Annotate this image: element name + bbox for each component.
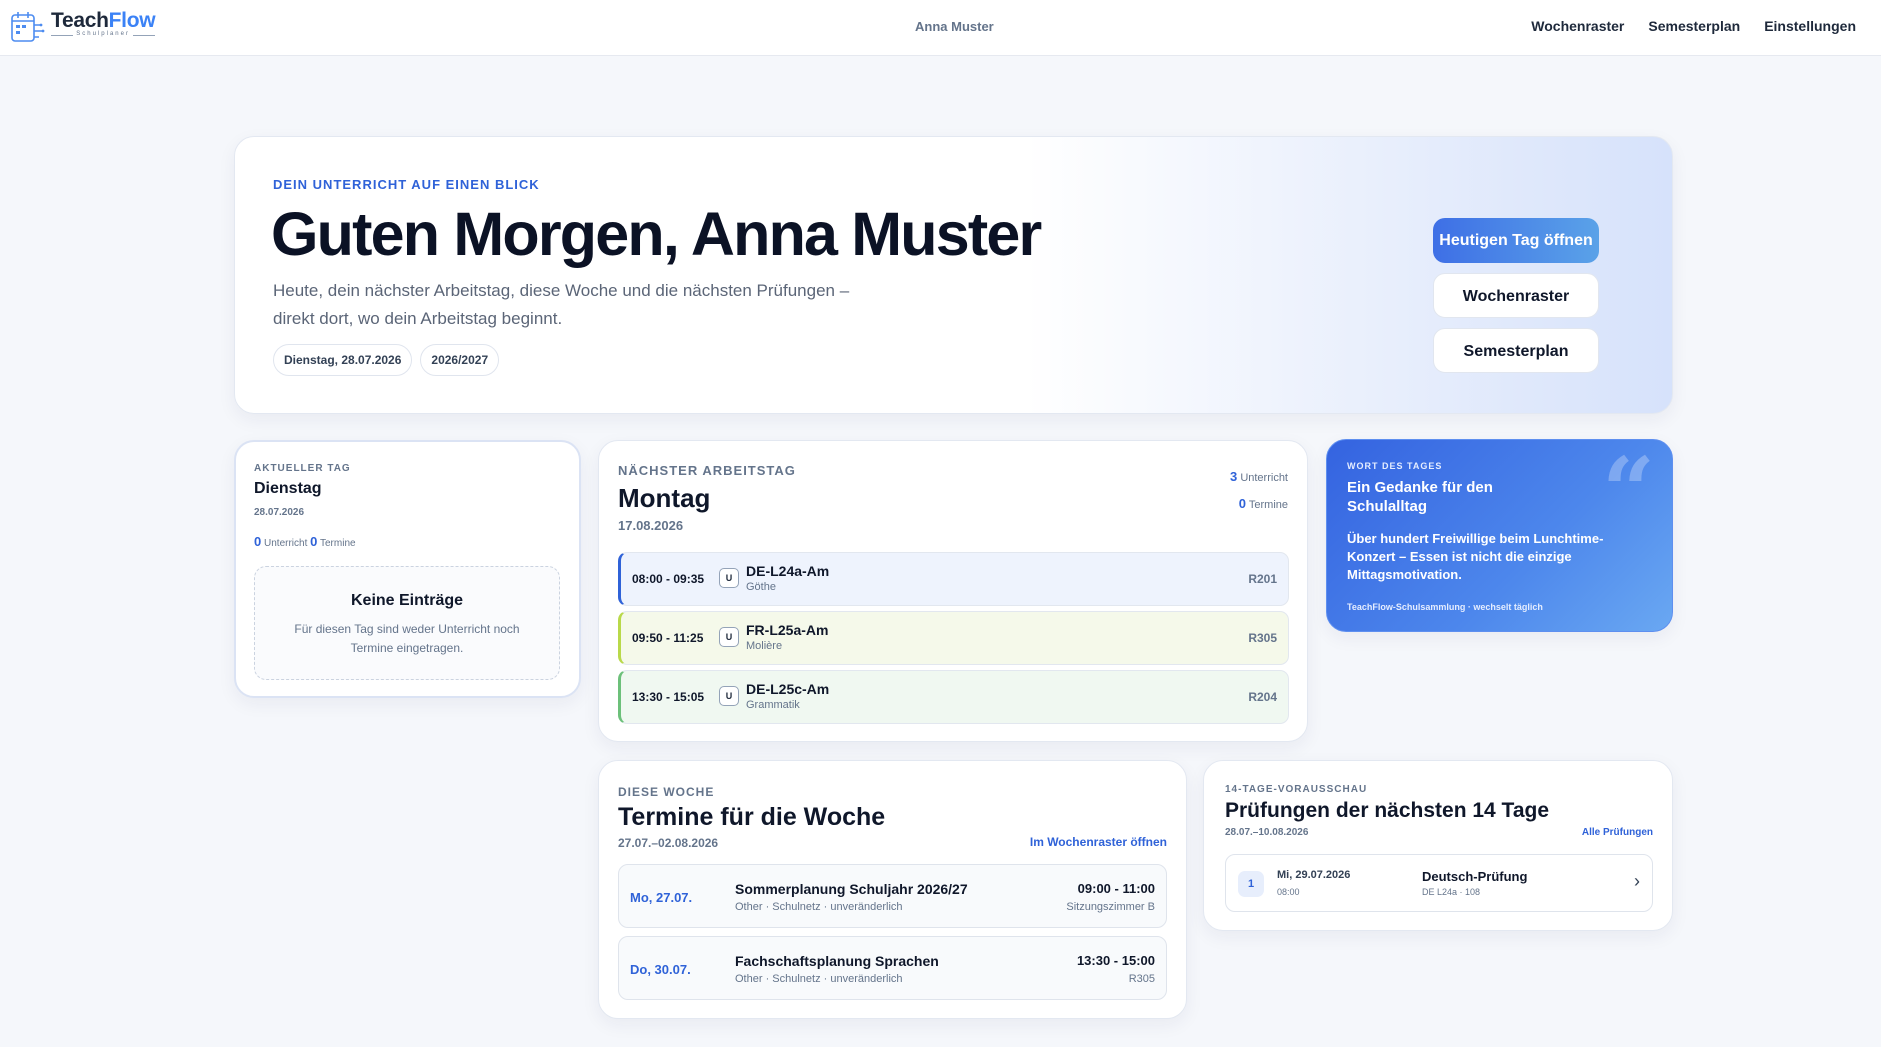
exam-item[interactable]: 1 Mi, 29.07.2026 08:00 Deutsch-Prüfung D… [1225,854,1653,912]
current-day-card: AKTUELLER TAG Dienstag 28.07.2026 0 Unte… [234,440,581,698]
week-events-card: DIESE WOCHE Termine für die Woche 27.07.… [598,760,1187,1019]
next-events-count: 0 [1238,496,1247,511]
lesson-item[interactable]: 13:30 - 15:05 U DE-L25c-Am Grammatik R20… [618,670,1289,724]
week-range: 27.07.–02.08.2026 [618,836,719,850]
lesson-type-badge: U [719,686,739,706]
week-grid-button[interactable]: Wochenraster [1433,273,1599,318]
next-workday-card: NÄCHSTER ARBEITSTAG Montag 17.08.2026 3 … [598,440,1308,742]
exam-preview-title: Prüfungen der nächsten 14 Tage [1225,799,1550,822]
lessons-count: 0 [254,534,262,549]
quote-text: Über hundert Freiwillige beim Lunchtime-… [1347,531,1604,582]
event-item[interactable]: Do, 30.07. Fachschaftsplanung Sprachen O… [618,936,1167,1000]
exam-time: 08:00 [1277,887,1300,897]
calendar-logo-icon [11,12,45,42]
hero-title: Guten Morgen, Anna Muster [271,200,1042,268]
current-day-name: Dienstag [254,480,322,497]
nav-link-semesterplan[interactable]: Semesterplan [1648,18,1740,34]
events-count: 0 [310,534,318,549]
event-room: R305 [1128,973,1155,985]
hero-subtitle: Heute, dein nächster Arbeitstag, diese W… [273,281,850,328]
event-meta: Other · Schulnetz · unveränderlich [735,973,903,985]
hero-chips: Dienstag, 28.07.2026 2026/2027 [273,344,500,376]
event-day: Mo, 27.07. [630,890,693,905]
events-count-label: Termine [320,538,356,549]
week-title: Termine für die Woche [618,803,886,831]
lesson-room: R305 [1248,631,1277,645]
lesson-topic: Molière [746,640,783,652]
chevron-right-icon: › [1634,871,1640,891]
next-workday-label: NÄCHSTER ARBEITSTAG [618,463,796,478]
lesson-time: 13:30 - 15:05 [632,690,705,704]
nav-links: Wochenraster Semesterplan Einstellungen [1531,18,1856,34]
hero-eyebrow: DEIN UNTERRICHT AUF EINEN BLICK [273,177,540,192]
date-chip: Dienstag, 28.07.2026 [273,344,413,376]
quote-source: TeachFlow-Schulsammlung · wechselt tägli… [1347,602,1543,612]
quote-of-day-card: WORT DES TAGES Ein Gedanke für den Schul… [1326,439,1673,632]
nav-link-wochenraster[interactable]: Wochenraster [1531,18,1624,34]
event-time: 09:00 - 11:00 [1077,881,1155,896]
event-item[interactable]: Mo, 27.07. Sommerplanung Schuljahr 2026/… [618,864,1167,928]
semester-plan-button[interactable]: Semesterplan [1433,328,1599,373]
quote-label: WORT DES TAGES [1347,461,1443,471]
next-workday-name: Montag [618,483,711,513]
quote-mark-icon: “ [1602,437,1655,545]
lesson-item[interactable]: 08:00 - 09:35 U DE-L24a-Am Göthe R201 [618,552,1289,606]
event-room: Sitzungszimmer B [1066,901,1155,913]
lessons-count-label: Unterricht [264,538,308,549]
open-week-grid-link[interactable]: Im Wochenraster öffnen [1030,835,1167,849]
exam-name: Deutsch-Prüfung [1422,869,1528,884]
week-label: DIESE WOCHE [618,785,715,799]
current-day-label: AKTUELLER TAG [254,463,351,474]
brand-subtitle: Schulplaner [51,31,156,37]
quote-title: Ein Gedanke für den Schulalltag [1347,479,1493,515]
event-title: Sommerplanung Schuljahr 2026/27 [735,881,968,897]
event-day: Do, 30.07. [630,962,691,977]
empty-state: Keine Einträge Für diesen Tag sind weder… [254,566,560,680]
lesson-topic: Göthe [746,581,776,593]
empty-state-title: Keine Einträge [350,592,464,609]
lesson-type-badge: U [719,568,739,588]
next-events-label: Termine [1248,499,1288,511]
nav-user-name: Anna Muster [915,19,994,34]
school-year-chip: 2026/2027 [420,344,500,376]
current-day-counts: 0 Unterricht 0 Termine [254,534,356,549]
lesson-class: DE-L24a-Am [746,563,830,579]
current-day-date: 28.07.2026 [254,507,305,518]
empty-state-text: Für diesen Tag sind weder Unterricht noc… [294,622,520,655]
hero-actions: Heutigen Tag öffnen Wochenraster Semeste… [1433,218,1633,383]
next-workday-date: 17.08.2026 [618,518,684,533]
lesson-room: R201 [1248,572,1277,586]
event-title: Fachschaftsplanung Sprachen [735,953,939,969]
lesson-time: 08:00 - 09:35 [632,572,705,586]
lesson-time: 09:50 - 11:25 [632,631,704,645]
nav-link-einstellungen[interactable]: Einstellungen [1764,18,1856,34]
all-exams-link[interactable]: Alle Prüfungen [1582,827,1653,838]
hero-card: DEIN UNTERRICHT AUF EINEN BLICK Guten Mo… [234,136,1673,414]
lesson-class: FR-L25a-Am [746,622,829,638]
event-time: 13:30 - 15:00 [1076,953,1155,968]
next-workday-counts: 3 Unterricht 0 Termine [1230,464,1288,518]
event-meta: Other · Schulnetz · unveränderlich [735,901,903,913]
brand-name: TeachFlow [51,9,156,32]
lesson-type-badge: U [719,627,739,647]
next-lessons-count: 3 [1230,469,1238,484]
exam-date: Mi, 29.07.2026 [1277,869,1351,881]
top-navbar: TeachFlow Schulplaner Anna Muster Wochen… [0,0,1881,56]
lesson-item[interactable]: 09:50 - 11:25 U FR-L25a-Am Molière R305 [618,611,1289,665]
brand-name-part1: Teach [51,9,109,32]
lesson-topic: Grammatik [746,699,800,711]
next-lessons-label: Unterricht [1240,472,1288,484]
brand-logo[interactable]: TeachFlow Schulplaner [9,9,156,45]
brand-name-part2: Flow [108,9,156,32]
exam-meta: DE L24a · 108 [1422,887,1481,897]
open-today-button[interactable]: Heutigen Tag öffnen [1433,218,1599,263]
exam-index-badge: 1 [1238,871,1264,897]
lesson-class: DE-L25c-Am [746,681,830,697]
lesson-room: R204 [1248,690,1277,704]
exam-preview-range: 28.07.–10.08.2026 [1225,827,1309,838]
exam-preview-label: 14-TAGE-VORAUSSCHAU [1225,784,1368,795]
exam-preview-card: 14-TAGE-VORAUSSCHAU Prüfungen der nächst… [1203,760,1673,931]
